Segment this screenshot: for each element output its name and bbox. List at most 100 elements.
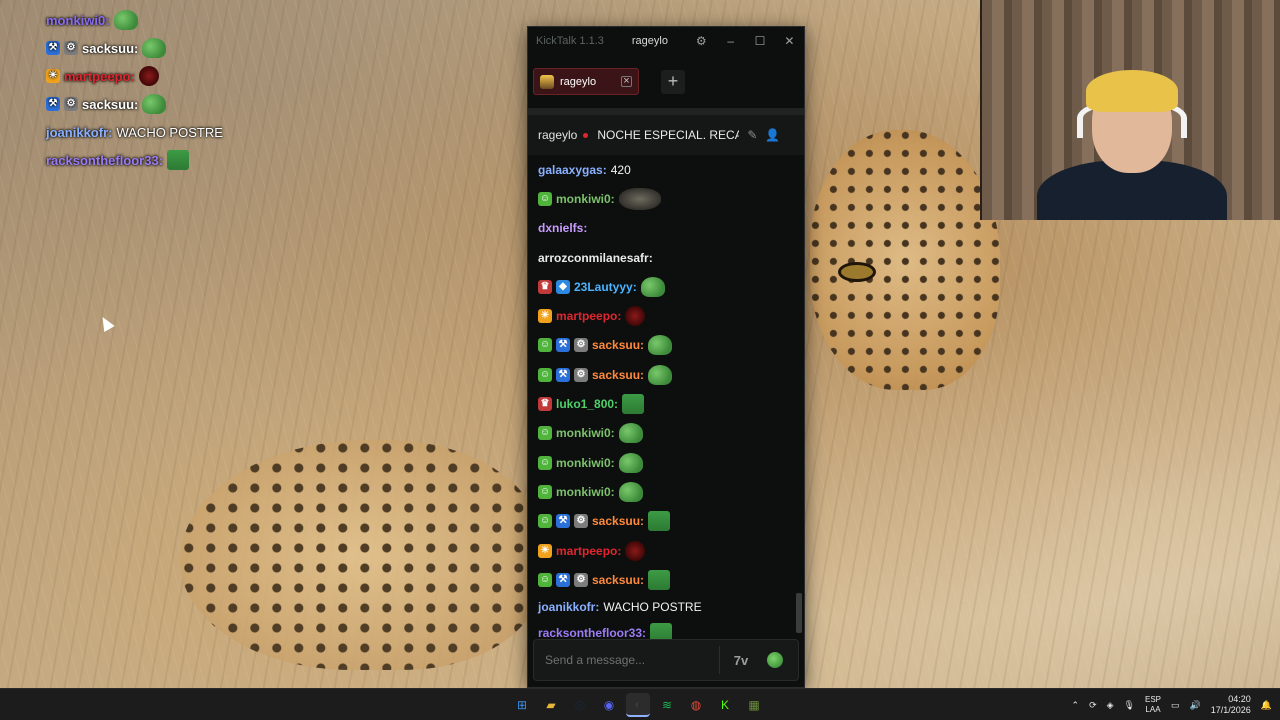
chat-username[interactable]: sacksuu: (592, 514, 644, 528)
chat-message[interactable]: ♛ ◆ 23Lautyyy: (538, 272, 794, 301)
chat-username[interactable]: monkiwi0: (556, 192, 615, 206)
chat-message[interactable]: ☺ monkiwi0: (538, 448, 794, 477)
emote-icon[interactable] (591, 220, 609, 236)
logged-in-user: rageylo (631, 35, 668, 47)
close-button[interactable]: ✕ (775, 34, 804, 48)
chat-message[interactable]: ☺ ⚒ ⚙ sacksuu: (538, 331, 794, 360)
chat-username[interactable]: galaaxygas: (538, 163, 607, 177)
windows-start-icon[interactable]: ⊞ (510, 693, 534, 717)
app-title: KickTalk 1.1.3 (536, 35, 604, 47)
chat-username[interactable]: dxnielfs: (538, 221, 587, 235)
close-tab-icon[interactable]: × (621, 76, 632, 87)
chat-message[interactable]: ☺ ⚒ ⚙ sacksuu: (538, 565, 794, 594)
sync-icon[interactable]: ⟳ (1089, 700, 1097, 711)
emote-icon[interactable] (648, 569, 671, 590)
discord-icon[interactable]: ◉ (597, 693, 621, 717)
emote-icon[interactable] (618, 423, 643, 444)
chat-message[interactable]: ☺ ⚒ ⚙ sacksuu: (538, 507, 794, 536)
chat-message[interactable]: ☺ ⚒ ⚙ sacksuu: (538, 360, 794, 389)
chat-username[interactable]: monkiwi0: (556, 485, 615, 499)
emote-icon (113, 10, 138, 30)
notification-icon[interactable]: 🔔 (1261, 700, 1272, 711)
chat-username[interactable]: joanikkofr: (538, 600, 599, 614)
overlay-username: martpeepo: (64, 68, 135, 84)
emote-icon[interactable] (622, 394, 645, 415)
chat-username[interactable]: 23Lautyyy: (574, 280, 637, 294)
chat-username[interactable]: monkiwi0: (556, 426, 615, 440)
chat-username[interactable]: sacksuu: (592, 573, 644, 587)
pickaxe-badge-icon: ⚒ (556, 514, 570, 529)
seventv-emote-button[interactable]: 7v (728, 647, 754, 673)
stream-info-bar: rageylo NOCHE ESPECIAL. RECAP ✎ 👤 (528, 109, 804, 155)
kick-emote-button[interactable] (762, 647, 788, 673)
sub-badge-icon: ♛ (538, 397, 552, 412)
emote-icon[interactable] (618, 452, 643, 473)
language-code: ESP (1144, 695, 1161, 704)
taskbar: ⊞ ▰ ◎ ◉ ◐ ≋ ◍ K ▦ ⌃ ⟳ ◈ 🎙 ESP LAA ▭ 🔊 04:20 17/1… (0, 688, 1280, 720)
chat-username[interactable]: martpeepo: (556, 309, 621, 323)
settings-icon[interactable]: ⚙ (687, 34, 716, 48)
kick-icon[interactable]: K (713, 693, 737, 717)
mic-icon[interactable]: 🎙 (1124, 700, 1135, 711)
emote-icon[interactable] (625, 540, 646, 561)
chat-username[interactable]: monkiwi0: (556, 456, 615, 470)
chat-message[interactable]: ☺ monkiwi0: (538, 477, 794, 506)
overlay-username: racksonthefloor33: (46, 152, 164, 168)
show-hidden-icons[interactable]: ⌃ (1072, 700, 1080, 711)
spotify-icon[interactable]: ≋ (655, 693, 679, 717)
emote-icon[interactable] (648, 364, 673, 385)
clock[interactable]: 04:20 17/1/2026 (1211, 694, 1251, 716)
wallpaper-leopard-head (810, 130, 1000, 390)
chat-message[interactable]: ☀ martpeepo: (538, 536, 794, 565)
network-icon[interactable]: ▭ (1171, 700, 1180, 711)
chat-message[interactable]: galaaxygas: 420 (538, 155, 794, 184)
chat-message[interactable]: arrozconmilanesafr: (538, 243, 794, 272)
emote-icon[interactable] (618, 187, 661, 210)
title-bar[interactable]: KickTalk 1.1.3 rageylo ⚙ – ☐ ✕ (528, 27, 804, 55)
globe-icon (767, 652, 783, 668)
scrollbar-thumb[interactable] (796, 593, 802, 633)
emote-icon[interactable] (657, 250, 675, 266)
chat-username[interactable]: sacksuu: (592, 368, 644, 382)
pickaxe-badge-icon: ⚒ (556, 572, 570, 587)
overlay-username: monkiwi0: (46, 12, 110, 28)
emote-icon[interactable] (618, 481, 643, 502)
chat-message[interactable]: ☺ monkiwi0: (538, 184, 794, 213)
pin-icon[interactable]: ✎ (747, 128, 757, 142)
message-input[interactable] (545, 653, 715, 667)
obs-icon[interactable]: ◐ (626, 693, 650, 717)
chat-username[interactable]: luko1_800: (556, 397, 618, 411)
minecraft-icon[interactable]: ▦ (742, 693, 766, 717)
chat-username[interactable]: arrozconmilanesafr: (538, 251, 653, 265)
chrome-icon[interactable]: ◍ (684, 693, 708, 717)
chat-username[interactable]: sacksuu: (592, 338, 644, 352)
user-list-icon[interactable]: 👤 (765, 128, 780, 142)
emote-icon[interactable] (648, 335, 673, 356)
steam-icon[interactable]: ◎ (568, 693, 592, 717)
language-indicator[interactable]: ESP LAA (1145, 695, 1161, 715)
tab-rageylo[interactable]: rageylo × (533, 68, 639, 95)
chat-message-text: WACHO POSTRE (603, 600, 702, 615)
chat-message[interactable]: dxnielfs: (538, 214, 794, 243)
frog-badge-icon: ☺ (538, 455, 552, 470)
maximize-button[interactable]: ☐ (745, 34, 774, 48)
chat-message[interactable]: ☀ martpeepo: (538, 301, 794, 330)
kicktalk-window: KickTalk 1.1.3 rageylo ⚙ – ☐ ✕ rageylo ×… (527, 26, 805, 688)
chat-message[interactable]: ☺ monkiwi0: (538, 419, 794, 448)
emote-icon[interactable] (648, 511, 671, 532)
emote-icon[interactable] (669, 279, 687, 295)
volume-icon[interactable]: 🔊 (1190, 700, 1201, 711)
defender-icon[interactable]: ◈ (1107, 700, 1114, 711)
emote-icon[interactable] (640, 276, 665, 297)
gear-badge-icon: ⚙ (64, 41, 78, 55)
chat-messages[interactable]: galaaxygas: 420 ☺ monkiwi0: dxnielfs: arrozco… (528, 155, 804, 641)
chat-message[interactable]: racksonthefloor33: (538, 620, 794, 641)
file-explorer-icon[interactable]: ▰ (539, 693, 563, 717)
chat-message[interactable]: joanikkofr: WACHO POSTRE (538, 594, 794, 620)
add-tab-button[interactable]: + (661, 69, 685, 94)
stream-title: NOCHE ESPECIAL. RECAP (597, 128, 740, 142)
chat-username[interactable]: martpeepo: (556, 544, 621, 558)
minimize-button[interactable]: – (716, 34, 745, 48)
emote-icon[interactable] (625, 306, 646, 327)
chat-message[interactable]: ♛ luko1_800: (538, 389, 794, 418)
